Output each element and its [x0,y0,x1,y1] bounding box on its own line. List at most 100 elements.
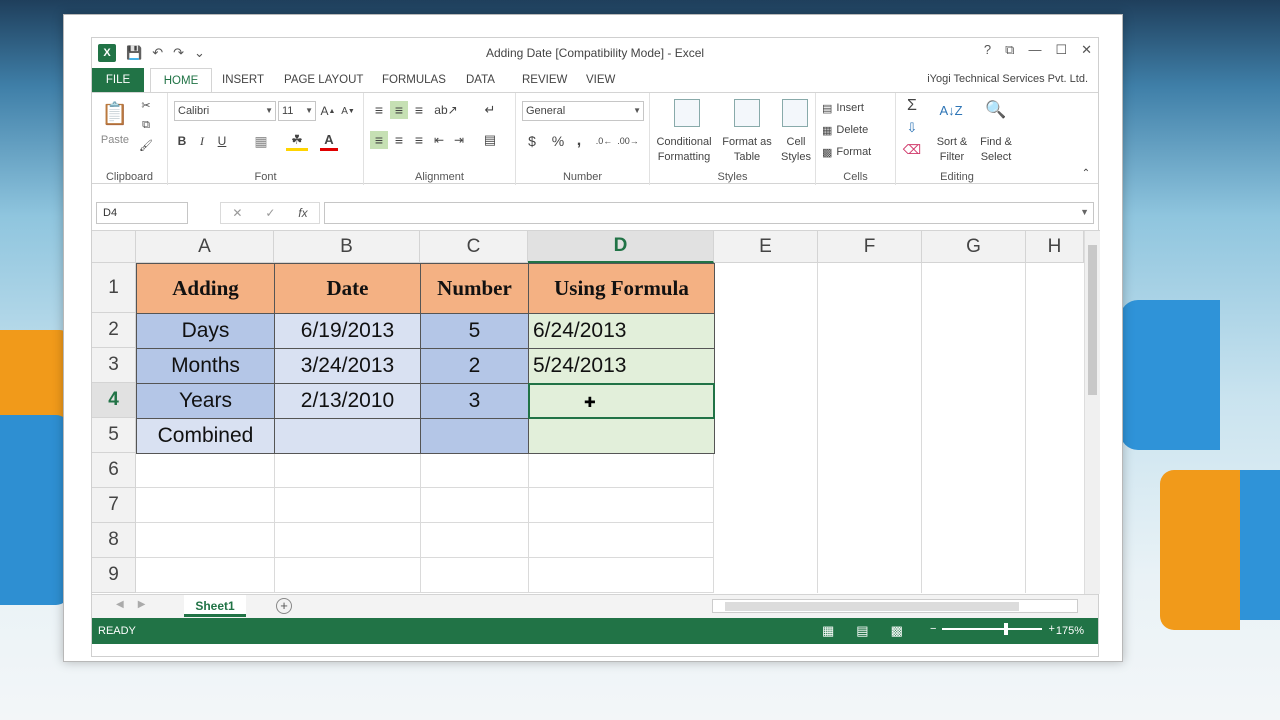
delete-cells-button[interactable]: ▦ Delete [822,121,892,139]
tab-view[interactable]: VIEW [586,68,615,92]
close-button[interactable]: ✕ [1081,42,1092,58]
number-format-select[interactable]: General ▼ [522,101,644,121]
sort-filter-icon[interactable]: A↓Z [936,97,966,123]
find-select-button[interactable]: Find & Select [974,135,1018,165]
row-header-6[interactable]: 6 [92,453,136,488]
zoom-percent[interactable]: 175% [1056,625,1084,637]
row-header-8[interactable]: 8 [92,523,136,558]
font-color-icon[interactable]: A [320,131,338,151]
help-button[interactable]: ? [984,42,991,58]
zoom-out-button[interactable]: − [930,623,936,635]
insert-function-button[interactable]: fx [298,206,307,220]
decrease-decimal-icon[interactable]: .00→ [617,131,639,151]
copy-icon[interactable]: ⧉ [138,117,154,133]
format-painter-icon[interactable]: 🖌 [138,137,154,153]
sort-filter-button[interactable]: Sort & Filter [930,135,974,165]
row-header-3[interactable]: 3 [92,348,136,383]
orientation-icon[interactable]: ab↗ [434,101,458,119]
cell-a3[interactable]: Months [136,348,275,384]
column-f-cells[interactable] [818,263,922,593]
cell-c1[interactable]: Number [420,263,529,314]
cell-d1[interactable]: Using Formula [528,263,715,314]
row-6-cells[interactable] [136,453,714,488]
sheet-tab-sheet1[interactable]: Sheet1 [184,595,246,617]
row-header-7[interactable]: 7 [92,488,136,523]
account-name[interactable]: iYogi Technical Services Pvt. Ltd. [927,73,1088,85]
merge-center-icon[interactable]: ▤ [480,131,500,149]
insert-cells-button[interactable]: ▤ Insert [822,99,892,117]
column-header-f[interactable]: F [818,231,922,263]
format-as-table-button[interactable]: Format as Table [720,135,774,165]
align-right-icon[interactable]: ≡ [410,131,428,149]
cell-d4[interactable] [528,383,715,419]
row-9-cells[interactable] [136,558,714,593]
new-sheet-button[interactable]: + [276,598,292,614]
fill-icon[interactable]: ⇩ [902,119,922,137]
row-header-9[interactable]: 9 [92,558,136,593]
paste-button[interactable]: Paste [98,133,132,147]
font-size-select[interactable]: 11 ▼ [278,101,316,121]
zoom-slider[interactable] [942,623,1043,635]
enter-icon[interactable]: ✓ [265,206,275,220]
vertical-scroll-thumb[interactable] [1088,245,1097,395]
column-g-cells[interactable] [922,263,1026,593]
column-header-g[interactable]: G [922,231,1026,263]
decrease-indent-icon[interactable]: ⇤ [430,131,448,149]
row-8-cells[interactable] [136,523,714,558]
row-header-1[interactable]: 1 [92,263,136,313]
page-layout-view-icon[interactable]: ▤ [856,623,868,639]
cell-c5[interactable] [420,418,529,454]
fill-color-icon[interactable]: ☘ [286,131,308,151]
cancel-icon[interactable]: ✕ [232,206,242,220]
row-header-4[interactable]: 4 [92,383,136,418]
percent-button[interactable]: % [550,131,566,151]
zoom-slider-knob[interactable] [1004,623,1009,635]
cell-c4[interactable]: 3 [420,383,529,419]
cell-c3[interactable]: 2 [420,348,529,384]
column-header-b[interactable]: B [274,231,420,263]
ribbon-display-button[interactable]: ⧉ [1005,42,1014,58]
shrink-font-icon[interactable]: A ▼ [340,101,356,121]
row-7-cells[interactable] [136,488,714,523]
italic-button[interactable]: I [194,131,210,151]
bottom-align-icon[interactable]: ≡ [410,101,428,119]
cell-b1[interactable]: Date [274,263,421,314]
cell-styles-button[interactable]: Cell Styles [776,135,816,165]
expand-formula-bar-icon[interactable]: ▼ [1080,207,1089,217]
cell-styles-icon[interactable] [782,99,808,127]
formula-input[interactable]: ▼ [324,202,1094,224]
find-select-icon[interactable]: 🔍 [982,97,1010,123]
name-box[interactable]: D4 [96,202,188,224]
bold-button[interactable]: B [174,131,190,151]
select-all-button[interactable] [92,231,136,263]
cell-b2[interactable]: 6/19/2013 [274,313,421,349]
horizontal-scroll-thumb[interactable] [725,602,1019,611]
conditional-formatting-icon[interactable] [674,99,700,127]
minimize-button[interactable]: — [1028,42,1041,58]
middle-align-icon[interactable]: ≡ [390,101,408,119]
cell-a1[interactable]: Adding [136,263,275,314]
underline-button[interactable]: U [214,131,230,151]
conditional-formatting-button[interactable]: Conditional Formatting [650,135,718,165]
cell-a4[interactable]: Years [136,383,275,419]
column-header-c[interactable]: C [420,231,528,263]
cell-a5[interactable]: Combined [136,418,275,454]
zoom-in-button[interactable]: + [1048,623,1054,635]
cell-d2[interactable]: 6/24/2013 [528,313,715,349]
vertical-scrollbar[interactable] [1084,231,1100,594]
cell-b4[interactable]: 2/13/2010 [274,383,421,419]
page-break-view-icon[interactable]: ▩ [891,623,903,639]
autosum-icon[interactable]: Σ [902,97,922,115]
tab-data[interactable]: DATA [466,68,495,92]
maximize-button[interactable]: ☐ [1055,42,1067,58]
tab-formulas[interactable]: FORMULAS [382,68,446,92]
sheet-nav-arrows[interactable]: ◀▶ [116,599,159,610]
collapse-ribbon-icon[interactable]: ⌃ [1080,167,1092,179]
increase-indent-icon[interactable]: ⇥ [450,131,468,149]
tab-file[interactable]: FILE [92,68,144,92]
horizontal-scrollbar[interactable] [712,599,1078,613]
tab-insert[interactable]: INSERT [222,68,264,92]
column-header-h[interactable]: H [1026,231,1084,263]
top-align-icon[interactable]: ≡ [370,101,388,119]
font-name-select[interactable]: Calibri ▼ [174,101,276,121]
